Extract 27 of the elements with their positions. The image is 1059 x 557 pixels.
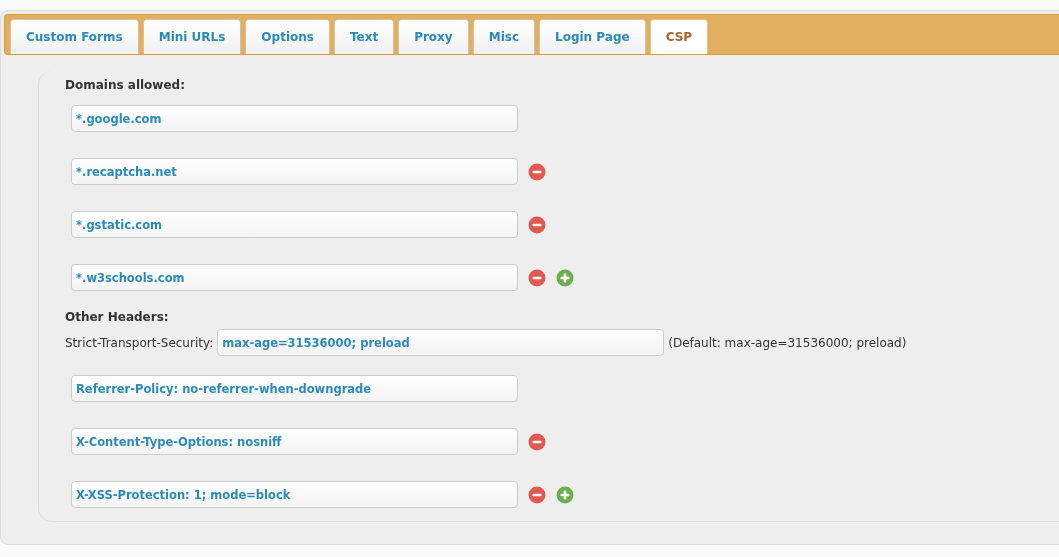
- text-field[interactable]: X-Content-Type-Options: nosniff: [71, 428, 518, 455]
- text-field[interactable]: max-age=31536000; preload: [217, 329, 665, 356]
- remove-icon[interactable]: [528, 432, 546, 451]
- default-note: (Default: max-age=31536000; preload): [668, 335, 907, 350]
- tab[interactable]: Proxy: [398, 19, 469, 54]
- add-icon[interactable]: [556, 268, 574, 287]
- section-heading: Domains allowed:: [65, 77, 186, 94]
- tab[interactable]: Text: [333, 19, 395, 54]
- text-field[interactable]: *.gstatic.com: [71, 211, 518, 238]
- tab[interactable]: Mini URLs: [142, 19, 242, 54]
- text-field[interactable]: *.w3schools.com: [71, 264, 518, 291]
- text-field[interactable]: *.recaptcha.net: [71, 158, 518, 185]
- field-label: Strict-Transport-Security:: [65, 335, 214, 350]
- text-field[interactable]: *.google.com: [71, 105, 518, 132]
- tab[interactable]: Misc: [472, 19, 535, 54]
- remove-icon[interactable]: [528, 215, 546, 234]
- remove-icon[interactable]: [528, 162, 546, 181]
- add-icon[interactable]: [556, 485, 574, 504]
- remove-icon[interactable]: [528, 268, 546, 287]
- section-heading: Other Headers:: [65, 309, 170, 326]
- text-field[interactable]: Referrer-Policy: no-referrer-when-downgrade: [71, 375, 518, 402]
- tab[interactable]: Login Page: [539, 19, 646, 54]
- text-field[interactable]: X-XSS-Protection: 1; mode=block: [71, 481, 518, 508]
- remove-icon[interactable]: [528, 485, 546, 504]
- tab[interactable]: Options: [245, 19, 330, 54]
- tab[interactable]: CSP: [649, 19, 709, 54]
- tab[interactable]: Custom Forms: [10, 19, 139, 54]
